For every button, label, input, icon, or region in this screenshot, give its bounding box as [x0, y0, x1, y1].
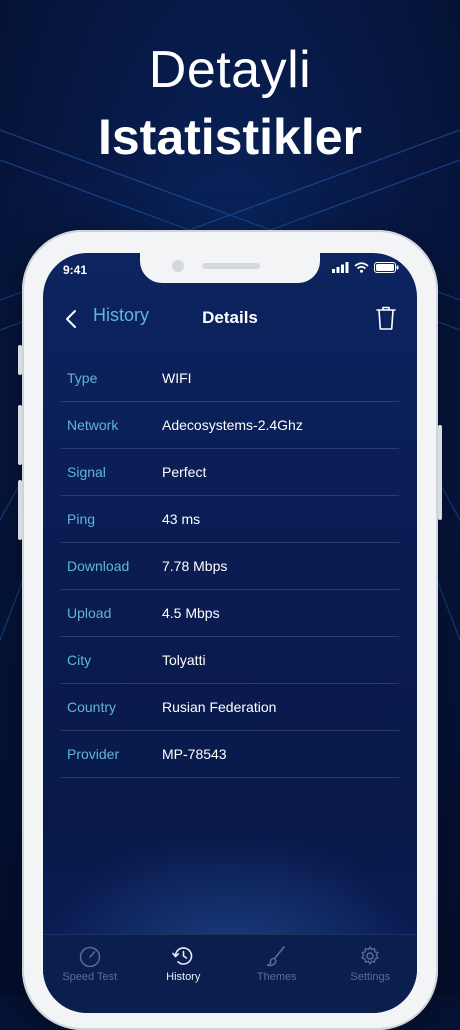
phone-frame: 9:41 History Details Type WIFI Network A…	[18, 230, 442, 1030]
details-list: Type WIFI Network Adecosystems-2.4Ghz Si…	[61, 355, 399, 778]
detail-value: Perfect	[162, 464, 207, 480]
gear-icon	[361, 946, 379, 965]
detail-value: MP-78543	[162, 746, 227, 762]
detail-key: Provider	[67, 746, 120, 762]
detail-value: 43 ms	[162, 511, 201, 527]
detail-key: Country	[67, 699, 117, 715]
headline-line2: Istatistikler	[97, 109, 362, 165]
detail-row-type: Type WIFI	[61, 355, 399, 402]
headline-line1: Detayli	[148, 41, 312, 99]
tab-history[interactable]: History	[137, 935, 231, 1013]
brush-icon	[266, 946, 285, 967]
detail-value: WIFI	[162, 370, 192, 386]
speedometer-icon	[79, 946, 100, 967]
tab-label: History	[166, 971, 201, 983]
detail-key: Type	[67, 370, 98, 386]
detail-row-city: City Tolyatti	[61, 637, 399, 684]
detail-value: 4.5 Mbps	[162, 605, 220, 621]
trash-icon[interactable]	[375, 305, 397, 331]
wifi-icon	[354, 262, 369, 273]
page-title: Details	[202, 308, 258, 327]
detail-row-network: Network Adecosystems-2.4Ghz	[61, 402, 399, 449]
detail-key: Ping	[67, 511, 96, 527]
detail-row-upload: Upload 4.5 Mbps	[61, 590, 399, 637]
notch	[140, 253, 320, 283]
detail-row-country: Country Rusian Federation	[61, 684, 399, 731]
tab-bar: Speed Test History Themes Settings	[43, 934, 417, 1013]
detail-row-ping: Ping 43 ms	[61, 496, 399, 543]
detail-value: Tolyatti	[162, 652, 206, 668]
detail-value: Rusian Federation	[162, 699, 277, 715]
detail-key: City	[67, 652, 92, 668]
detail-row-download: Download 7.78 Mbps	[61, 543, 399, 590]
detail-key: Network	[67, 417, 119, 433]
tab-themes[interactable]: Themes	[230, 935, 324, 1013]
detail-value: 7.78 Mbps	[162, 558, 228, 574]
status-time: 9:41	[63, 263, 88, 277]
signal-icon	[332, 262, 349, 273]
tab-label: Themes	[256, 971, 297, 983]
detail-key: Upload	[67, 605, 112, 621]
tab-settings[interactable]: Settings	[324, 935, 418, 1013]
detail-row-signal: Signal Perfect	[61, 449, 399, 496]
tab-label: Settings	[350, 971, 391, 983]
phone-side-button	[18, 480, 22, 540]
status-icons	[332, 262, 399, 273]
battery-icon	[374, 262, 399, 273]
phone-side-button	[438, 425, 442, 520]
phone-side-button	[18, 405, 22, 465]
tab-label: Speed Test	[62, 971, 118, 983]
detail-value: Adecosystems-2.4Ghz	[162, 417, 303, 433]
speaker-grille	[202, 263, 260, 269]
detail-key: Signal	[67, 464, 106, 480]
tab-speed-test[interactable]: Speed Test	[43, 935, 137, 1013]
history-icon	[172, 947, 193, 965]
phone-screen: 9:41 History Details Type WIFI Network A…	[43, 253, 417, 1013]
detail-row-provider: Provider MP-78543	[61, 731, 399, 778]
detail-key: Download	[67, 558, 130, 574]
phone-side-button	[18, 345, 22, 375]
camera-icon	[172, 260, 184, 272]
